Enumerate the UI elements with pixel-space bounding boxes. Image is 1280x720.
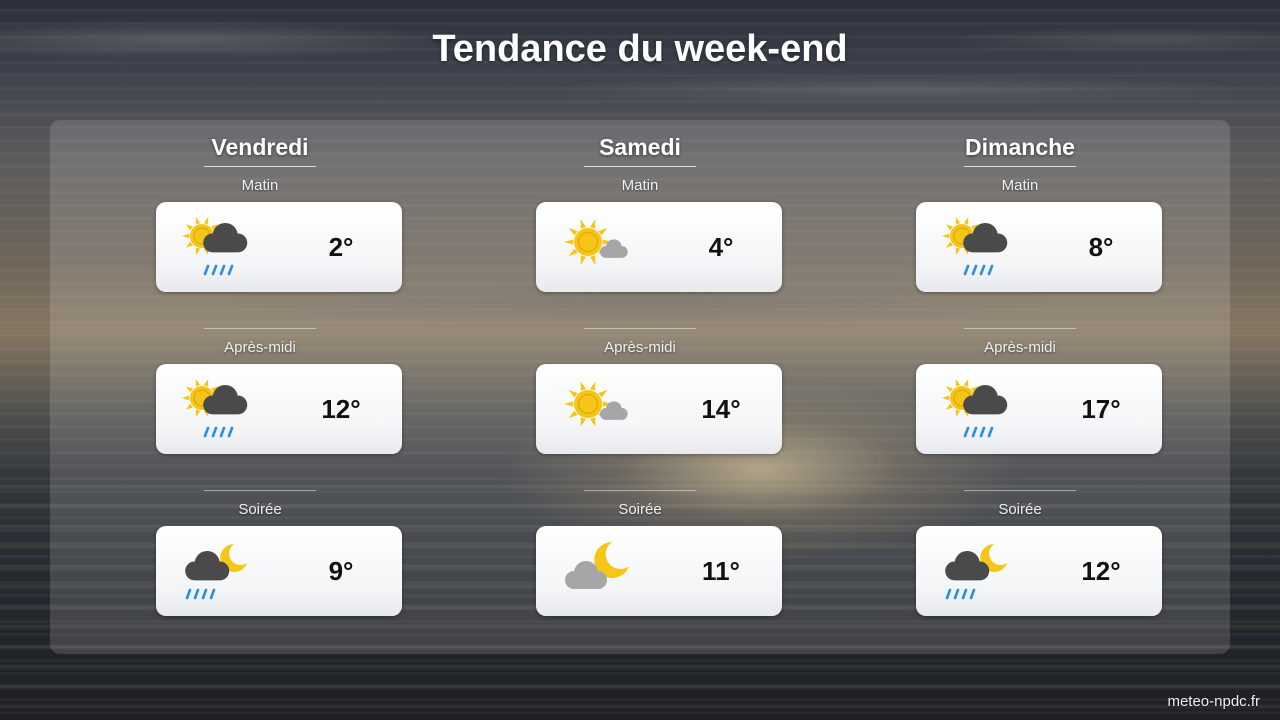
forecast-card: 8° <box>916 202 1162 292</box>
forecast-card: 17° <box>916 364 1162 454</box>
period-label: Soirée <box>238 501 282 518</box>
temperature: 11° <box>702 556 740 586</box>
day-underline <box>964 166 1076 167</box>
day-name: Samedi <box>599 134 681 160</box>
period-label: Soirée <box>998 501 1042 518</box>
period-label: Après-midi <box>224 339 296 356</box>
moon-cloud-rain-icon <box>942 538 1012 604</box>
day-underline <box>584 166 696 167</box>
page-title: Tendance du week-end <box>432 28 848 70</box>
day-name: Vendredi <box>211 134 309 160</box>
period-label: Après-midi <box>984 339 1056 356</box>
period-divider <box>204 328 316 329</box>
period-divider <box>204 490 316 491</box>
day-column-vendredi: Vendredi Matin 2° Après-midi 12° Soirée … <box>70 120 450 654</box>
period-label: Matin <box>241 177 279 194</box>
period-divider <box>964 328 1076 329</box>
period-label: Soirée <box>618 501 662 518</box>
period-divider <box>964 490 1076 491</box>
day-column-samedi: Samedi Matin 4° Après-midi 14° Soirée 11… <box>450 120 830 654</box>
forecast-card: 2° <box>156 202 402 292</box>
temperature: 12° <box>1081 556 1121 586</box>
forecast-card: 9° <box>156 526 402 616</box>
period-label: Matin <box>1001 177 1039 194</box>
period-label: Matin <box>621 177 659 194</box>
temperature: 12° <box>321 394 361 424</box>
temperature: 8° <box>1088 232 1114 262</box>
sun-small-cloud-icon <box>562 214 632 280</box>
day-column-dimanche: Dimanche Matin 8° Après-midi 17° Soirée … <box>830 120 1210 654</box>
forecast-panel: Vendredi Matin 2° Après-midi 12° Soirée … <box>50 120 1230 654</box>
sun-cloud-rain-icon <box>942 214 1012 280</box>
site-credit: meteo-npdc.fr <box>1167 693 1260 710</box>
day-underline <box>204 166 316 167</box>
forecast-card: 4° <box>536 202 782 292</box>
period-divider <box>584 490 696 491</box>
forecast-card: 12° <box>916 526 1162 616</box>
sun-cloud-rain-icon <box>182 376 252 442</box>
temperature: 2° <box>328 232 354 262</box>
sun-cloud-rain-icon <box>942 376 1012 442</box>
period-label: Après-midi <box>604 339 676 356</box>
temperature: 17° <box>1081 394 1121 424</box>
period-divider <box>584 328 696 329</box>
temperature: 4° <box>708 232 734 262</box>
sun-cloud-rain-icon <box>182 214 252 280</box>
temperature: 14° <box>701 394 741 424</box>
sun-small-cloud-icon <box>562 376 632 442</box>
temperature: 9° <box>328 556 354 586</box>
forecast-card: 11° <box>536 526 782 616</box>
forecast-card: 14° <box>536 364 782 454</box>
moon-cloud-icon <box>562 538 632 604</box>
day-name: Dimanche <box>965 134 1075 160</box>
forecast-card: 12° <box>156 364 402 454</box>
moon-cloud-rain-icon <box>182 538 252 604</box>
